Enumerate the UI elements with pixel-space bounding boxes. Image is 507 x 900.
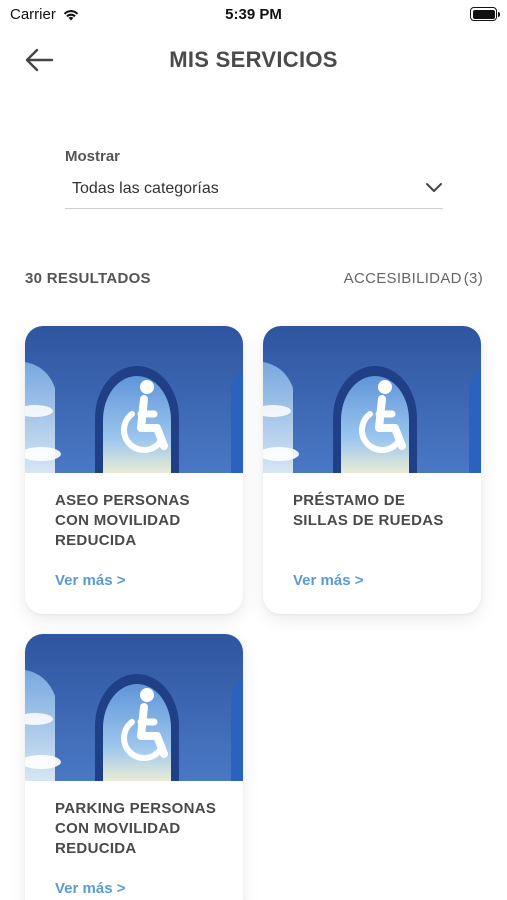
status-time: 5:39 PM bbox=[225, 6, 282, 23]
service-card-image bbox=[263, 326, 481, 473]
service-card-title: ASEO PERSONAS CON MOVILIDAD REDUCIDA bbox=[55, 492, 190, 549]
category-name: ACCESIBILIDAD bbox=[343, 270, 462, 287]
service-card-title: PRÉSTAMO DE SILLAS DE RUEDAS bbox=[293, 492, 444, 529]
page-title: MIS SERVICIOS bbox=[169, 47, 338, 72]
nav-header: MIS SERVICIOS bbox=[0, 40, 507, 80]
chevron-down-icon bbox=[426, 183, 442, 192]
see-more-link[interactable]: Ver más > bbox=[55, 572, 125, 589]
category-select[interactable]: Todas las categorías bbox=[65, 177, 443, 209]
battery-icon bbox=[470, 7, 500, 21]
category-count: (3) bbox=[463, 270, 483, 287]
service-card-image bbox=[25, 326, 243, 473]
service-card[interactable]: ASEO PERSONAS CON MOVILIDAD REDUCIDA Ver… bbox=[25, 326, 243, 614]
filter-label: Mostrar bbox=[65, 148, 121, 165]
category-select-value: Todas las categorías bbox=[72, 180, 219, 197]
status-bar: Carrier 5:39 PM bbox=[0, 0, 507, 30]
category-filter-tag[interactable]: ACCESIBILIDAD (3) bbox=[344, 270, 483, 287]
service-card-image bbox=[25, 634, 243, 781]
category-filter: Mostrar Todas las categorías bbox=[65, 148, 443, 209]
service-card[interactable]: PARKING PERSONAS CON MOVILIDAD REDUCIDA … bbox=[25, 634, 243, 900]
see-more-link[interactable]: Ver más > bbox=[55, 880, 125, 897]
see-more-link[interactable]: Ver más > bbox=[293, 572, 363, 589]
results-count: 30 RESULTADOS bbox=[25, 270, 151, 287]
service-card-title: PARKING PERSONAS CON MOVILIDAD REDUCIDA bbox=[55, 800, 217, 857]
service-card[interactable]: PRÉSTAMO DE SILLAS DE RUEDAS Ver más > bbox=[263, 326, 481, 614]
